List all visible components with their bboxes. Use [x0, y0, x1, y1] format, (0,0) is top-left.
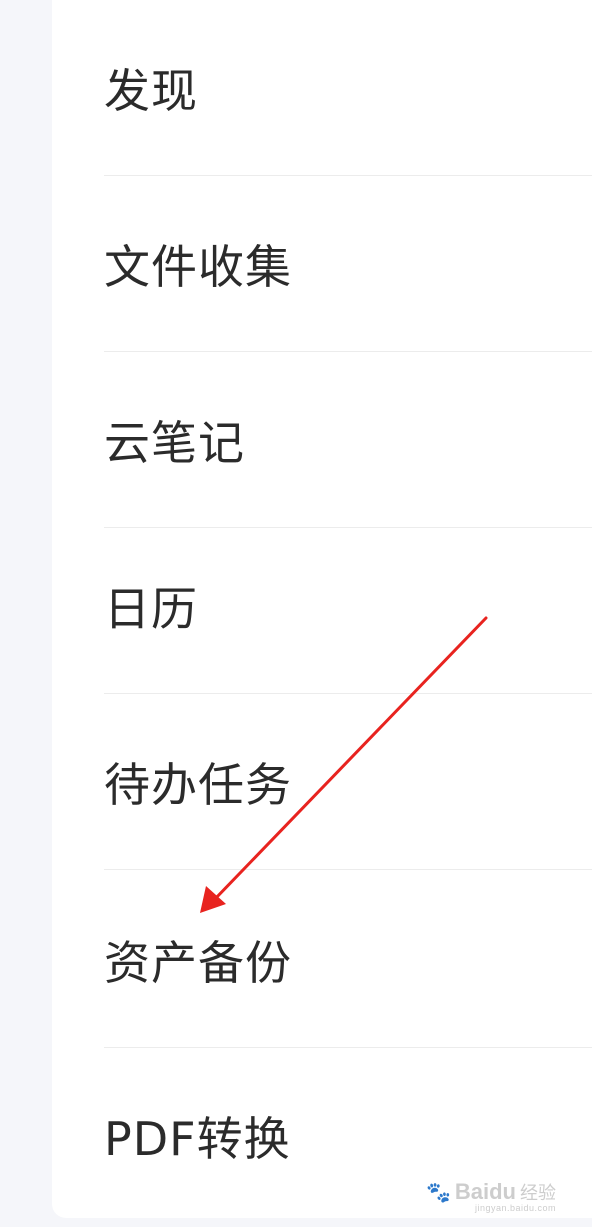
- menu-item-label: 发现: [104, 64, 198, 118]
- menu-item-calendar[interactable]: 日历: [52, 518, 592, 694]
- menu-item-pdf-convert[interactable]: PDF转换: [52, 1048, 592, 1224]
- menu-item-label: 资产备份: [104, 936, 292, 990]
- menu-item-label: 文件收集: [104, 240, 292, 294]
- menu-item-discover[interactable]: 发现: [52, 0, 592, 176]
- left-background-strip: [0, 0, 52, 1227]
- menu-item-todo-tasks[interactable]: 待办任务: [52, 694, 592, 870]
- menu-item-cloud-notes[interactable]: 云笔记: [52, 352, 592, 528]
- menu-item-label: 待办任务: [104, 758, 292, 812]
- drawer-panel: 发现 文件收集 云笔记 日历 待办任务 资产备份 PDF转换: [52, 0, 592, 1218]
- menu-item-file-collection[interactable]: 文件收集: [52, 176, 592, 352]
- menu-item-label: 云笔记: [104, 416, 245, 470]
- divider: [104, 869, 592, 870]
- menu-item-asset-backup[interactable]: 资产备份: [52, 872, 592, 1048]
- menu-item-label: PDF转换: [104, 1112, 291, 1166]
- menu-item-label: 日历: [104, 582, 198, 636]
